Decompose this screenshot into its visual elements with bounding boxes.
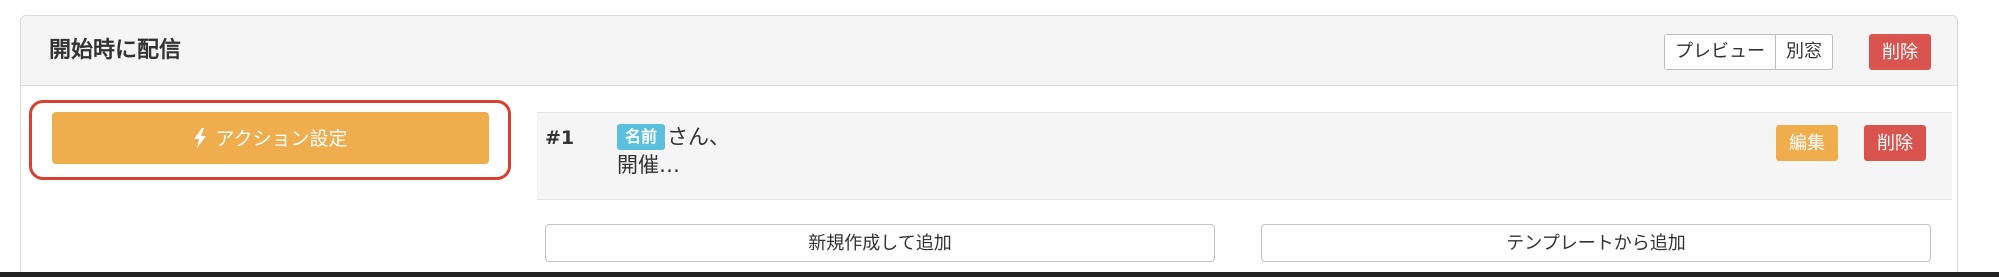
- panel-header: 開始時に配信 プレビュー 別窓 削除: [21, 16, 1957, 86]
- message-delete-button[interactable]: 削除: [1864, 125, 1926, 161]
- panel-body: アクション設定 #1 名前 さん、 開催… 編集 削除 新規作成して追加 テンプレ…: [21, 86, 1957, 276]
- message-preview-line2: 開催…: [617, 153, 680, 177]
- lightning-bolt-icon: [194, 128, 207, 148]
- preview-button[interactable]: プレビュー: [1664, 34, 1776, 70]
- delivery-panel: 開始時に配信 プレビュー 別窓 削除 アクション設定 #1 名前 さん、 開催… …: [20, 15, 1958, 277]
- add-new-message-button[interactable]: 新規作成して追加: [545, 224, 1215, 262]
- message-edit-button[interactable]: 編集: [1776, 125, 1838, 161]
- action-settings-button[interactable]: アクション設定: [52, 112, 489, 164]
- bottom-divider: [0, 272, 1999, 277]
- panel-title: 開始時に配信: [49, 38, 182, 63]
- message-row: #1 名前 さん、 開催… 編集 削除: [537, 112, 1952, 200]
- action-settings-label: アクション設定: [215, 128, 348, 150]
- message-preview: 名前 さん、 開催…: [617, 123, 730, 179]
- add-from-template-button[interactable]: テンプレートから追加: [1261, 224, 1931, 262]
- message-number: #1: [545, 127, 575, 149]
- name-variable-tag: 名前: [617, 124, 666, 150]
- new-window-button[interactable]: 別窓: [1776, 34, 1833, 70]
- message-preview-line1: さん、: [667, 125, 731, 149]
- panel-delete-button[interactable]: 削除: [1869, 34, 1931, 70]
- preview-button-group: プレビュー 別窓: [1664, 34, 1833, 70]
